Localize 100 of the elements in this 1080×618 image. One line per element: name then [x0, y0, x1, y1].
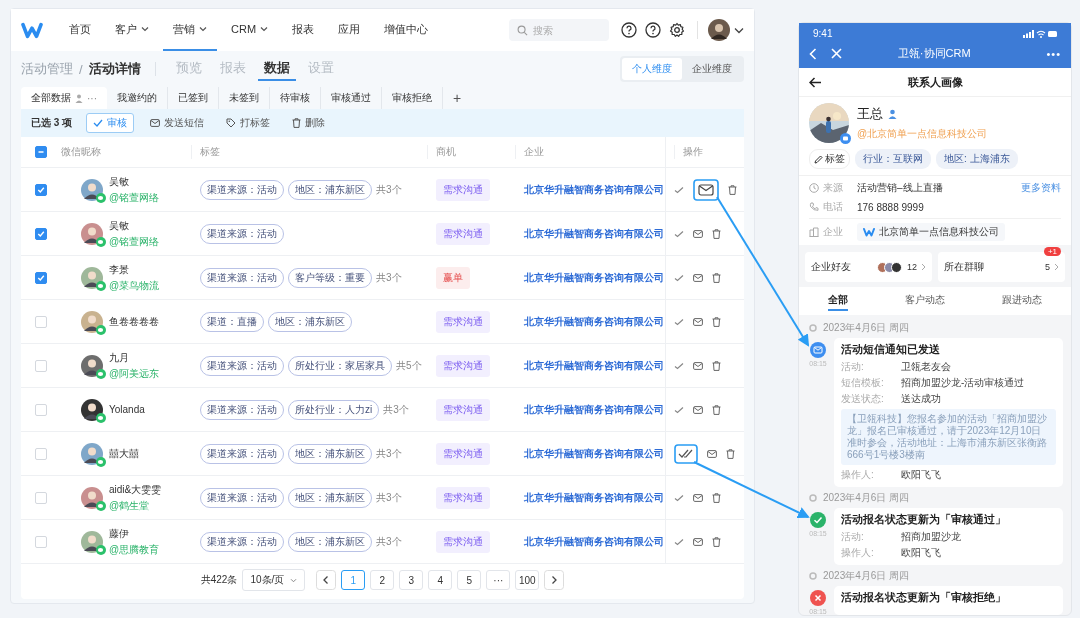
mail-icon[interactable]: [693, 178, 719, 201]
company-link[interactable]: 北京华升融智商务咨询有限公司: [524, 403, 664, 415]
filter-tab[interactable]: 全部数据 ···: [21, 87, 107, 109]
delete-icon[interactable]: [712, 492, 721, 503]
add-tab-button[interactable]: +: [443, 90, 472, 106]
nav-item[interactable]: CRM: [221, 9, 279, 51]
company-link[interactable]: 北京华升融智商务咨询有限公司: [524, 315, 664, 327]
page-button[interactable]: 5: [457, 570, 482, 590]
help-icon[interactable]: [645, 22, 661, 38]
card-count: 5: [1045, 262, 1050, 272]
check-icon[interactable]: [674, 185, 684, 194]
timeline-date: 2023年4月6日 周四: [823, 491, 910, 505]
nav-item[interactable]: 客户: [105, 9, 159, 51]
more-button[interactable]: ···: [87, 92, 97, 104]
mail-icon[interactable]: [693, 229, 703, 238]
help-icon[interactable]: [621, 22, 637, 38]
caret-icon: [199, 26, 207, 32]
column-header: 企业: [515, 145, 544, 159]
search-field[interactable]: 搜索: [509, 19, 609, 41]
back-icon[interactable]: [809, 47, 817, 60]
feed-tab[interactable]: 跟进动态: [1002, 293, 1043, 311]
check-icon[interactable]: [674, 537, 684, 546]
bulk-action-button[interactable]: 发送短信: [144, 114, 211, 132]
company-link[interactable]: 北京华升融智商务咨询有限公司: [524, 271, 664, 283]
tag-count: 共3个: [383, 402, 409, 417]
more-menu-button[interactable]: •••: [1046, 47, 1061, 60]
mail-icon[interactable]: [693, 405, 703, 414]
company-link[interactable]: 北京华升融智商务咨询有限公司: [524, 535, 664, 547]
field-value: 送达成功: [901, 392, 941, 406]
mail-icon[interactable]: [693, 273, 703, 282]
check-icon[interactable]: [674, 361, 684, 370]
tag-chip: 地区: 上海浦东: [936, 149, 1018, 169]
mail-icon[interactable]: [693, 361, 703, 370]
delete-icon[interactable]: [712, 404, 721, 415]
caret-icon[interactable]: [734, 26, 744, 34]
tag-count: 共3个: [376, 182, 402, 197]
event-title: 活动报名状态更新为「审核拒绝」: [841, 591, 1007, 605]
mail-icon[interactable]: [693, 317, 703, 326]
mail-icon[interactable]: [707, 449, 717, 458]
delete-icon[interactable]: [712, 316, 721, 327]
field-value: 招商加盟沙龙-活动审核通过: [901, 376, 1025, 390]
bulk-action-button[interactable]: 删除: [286, 114, 332, 132]
page-size-select[interactable]: 10条/页: [242, 569, 306, 591]
row-checkbox[interactable]: [35, 227, 47, 240]
summary-card[interactable]: 企业好友 12: [805, 252, 932, 282]
company-link[interactable]: 北京华升融智商务咨询有限公司: [524, 359, 664, 371]
check-icon[interactable]: [674, 493, 684, 502]
company-link[interactable]: 北京华升融智商务咨询有限公司: [524, 227, 664, 239]
back-arrow-icon[interactable]: [809, 76, 822, 88]
delete-icon[interactable]: [726, 448, 735, 459]
field-value: 176 8888 9999: [857, 201, 925, 213]
mail-icon[interactable]: [693, 537, 703, 546]
nav-item[interactable]: 增值中心: [374, 9, 439, 51]
tab-label: 待审核: [280, 91, 310, 105]
feed-tab[interactable]: 全部: [827, 293, 848, 311]
tag-button[interactable]: 标签: [809, 149, 850, 169]
row-checkbox[interactable]: [35, 271, 47, 284]
page-button[interactable]: 100: [515, 570, 540, 590]
delete-icon[interactable]: [712, 272, 721, 283]
contact-name: 囍大囍: [109, 446, 139, 461]
nav-item[interactable]: 首页: [59, 9, 101, 51]
page-button[interactable]: 3: [399, 570, 424, 590]
close-icon[interactable]: [831, 48, 842, 59]
more-info-link[interactable]: 更多资料: [1021, 181, 1061, 195]
delete-icon[interactable]: [712, 228, 721, 239]
toggle-option[interactable]: 个人维度: [622, 58, 682, 80]
nav-item[interactable]: 报表: [282, 9, 325, 51]
settings-icon[interactable]: [669, 22, 685, 38]
tab-label: 审核拒绝: [392, 91, 432, 105]
toggle-option[interactable]: 企业维度: [682, 58, 742, 80]
nav-item[interactable]: 应用: [328, 9, 371, 51]
mail-icon[interactable]: [693, 493, 703, 502]
company-link[interactable]: 北京华升融智商务咨询有限公司: [524, 491, 664, 503]
select-all-checkbox[interactable]: [35, 146, 47, 159]
delete-icon[interactable]: [712, 536, 721, 547]
delete-icon[interactable]: [728, 184, 737, 195]
feed-tab[interactable]: 客户动态: [905, 293, 945, 311]
page-button[interactable]: 4: [428, 570, 453, 590]
page-tab[interactable]: 数据: [257, 57, 296, 81]
avatar[interactable]: [708, 19, 730, 41]
check-icon[interactable]: [674, 229, 684, 238]
bulk-action-button[interactable]: 打标签: [220, 114, 277, 132]
check-icon[interactable]: [674, 273, 684, 282]
row-checkbox[interactable]: [35, 183, 47, 196]
page-button[interactable]: 2: [370, 570, 395, 590]
wechat-badge-icon: [96, 500, 106, 511]
company-link[interactable]: 北京华升融智商务咨询有限公司: [524, 447, 664, 459]
company-link[interactable]: 北京华升融智商务咨询有限公司: [524, 183, 664, 195]
contact-name: 李景: [109, 262, 130, 277]
check-icon[interactable]: [674, 405, 684, 414]
wechat-badge-icon: [96, 192, 106, 203]
double-check-icon[interactable]: [674, 443, 698, 464]
delete-icon[interactable]: [712, 360, 721, 371]
field-label: 短信模板:: [841, 376, 885, 390]
check-icon[interactable]: [674, 317, 684, 326]
contact-name: Yolanda: [109, 404, 145, 415]
bulk-action-button[interactable]: 审核: [86, 113, 135, 133]
company-chip[interactable]: 北京简单一点信息科技公司: [857, 223, 1005, 241]
nav-item[interactable]: 营销: [163, 9, 217, 51]
page-button[interactable]: ···: [486, 570, 511, 590]
